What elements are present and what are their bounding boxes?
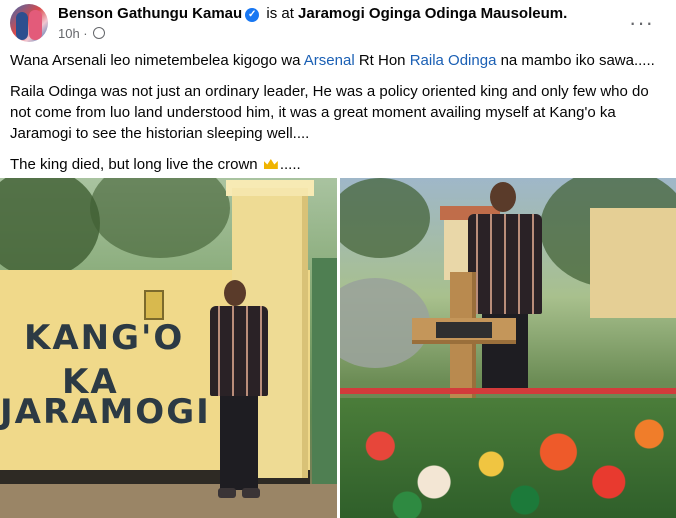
ground xyxy=(0,484,337,518)
photo-mausoleum-grave[interactable] xyxy=(340,178,676,518)
person-shoe xyxy=(218,488,236,498)
post-meta: 10h · xyxy=(58,26,106,41)
sign-line-1: KANG'O xyxy=(24,318,185,358)
post-timestamp[interactable]: 10h · xyxy=(58,26,88,41)
building xyxy=(590,208,676,318)
post-body: Wana Arsenali leo nimetembelea kigogo wa… xyxy=(10,50,668,185)
tree-foliage xyxy=(0,178,100,278)
post-header: Benson Gathungu Kamau ✓ is at Jaramogi Og… xyxy=(10,4,666,44)
text-segment: na mambo iko sawa..... xyxy=(496,52,655,69)
location-link[interactable]: Jaramogi Oginga Odinga Mausoleum. xyxy=(298,5,567,22)
author-line: Benson Gathungu Kamau ✓ is at Jaramogi Og… xyxy=(58,5,567,22)
is-at-text: is at xyxy=(266,5,294,22)
person-shirt xyxy=(468,214,542,314)
person-head xyxy=(490,182,516,212)
post-paragraph: Wana Arsenali leo nimetembelea kigogo wa… xyxy=(10,50,668,71)
verified-badge-icon: ✓ xyxy=(245,8,260,22)
post-paragraph: The king died, but long live the crown .… xyxy=(10,154,668,175)
post-paragraph: Raila Odinga was not just an ordinary le… xyxy=(10,83,649,142)
author-name[interactable]: Benson Gathungu Kamau xyxy=(58,5,242,22)
text-segment: ..... xyxy=(279,156,301,173)
cross-plaque xyxy=(436,322,492,338)
page-link-arsenal[interactable]: Arsenal xyxy=(304,52,355,69)
globe-icon xyxy=(93,27,106,39)
flower-wreaths xyxy=(340,398,676,518)
person-trousers xyxy=(220,396,258,490)
text-segment: Wana Arsenali leo nimetembelea kigogo wa xyxy=(10,52,304,69)
post-photos: KANG'O KA JARAMOGI xyxy=(0,178,676,518)
author-avatar[interactable] xyxy=(10,4,48,42)
more-options-icon[interactable]: ··· xyxy=(629,10,654,36)
red-ribbon xyxy=(340,388,676,394)
gate xyxy=(312,258,337,488)
wall-lamp xyxy=(144,290,164,320)
tree-foliage xyxy=(90,178,230,258)
page-link-raila-odinga[interactable]: Raila Odinga xyxy=(410,52,497,69)
text-segment: Rt Hon xyxy=(354,52,410,69)
person-head xyxy=(224,280,246,306)
sign-line-3: JARAMOGI xyxy=(0,392,211,432)
crown-emoji-icon xyxy=(263,159,278,169)
person-standing xyxy=(206,280,276,504)
tree-foliage xyxy=(340,178,430,258)
person-shoe xyxy=(242,488,260,498)
avatar-figure xyxy=(29,10,42,40)
person-shirt xyxy=(210,306,268,396)
avatar-figure xyxy=(16,12,28,40)
photo-kango-ka-jaramogi-sign[interactable]: KANG'O KA JARAMOGI xyxy=(0,178,337,518)
text-segment: The king died, but long live the crown xyxy=(10,156,262,173)
